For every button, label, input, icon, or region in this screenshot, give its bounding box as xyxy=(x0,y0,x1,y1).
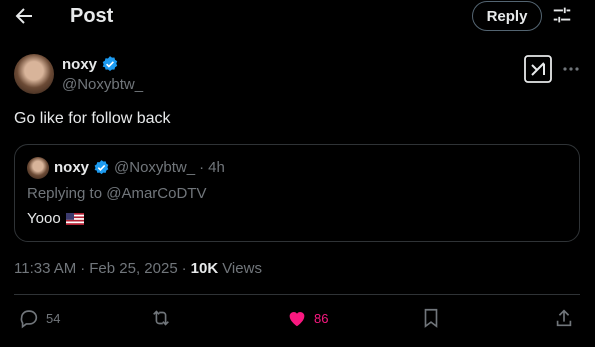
share-icon xyxy=(554,307,574,329)
divider xyxy=(14,294,580,295)
like-count: 86 xyxy=(314,310,329,326)
quoted-text: Yooo xyxy=(27,210,61,227)
bookmark-icon xyxy=(421,307,441,329)
quoted-author-name: noxy xyxy=(54,159,90,176)
more-options-icon[interactable] xyxy=(560,60,582,78)
quoted-text-row: Yooo xyxy=(27,210,84,227)
quoted-avatar[interactable] xyxy=(27,157,49,179)
author-name[interactable]: noxy xyxy=(62,56,97,73)
comment-icon xyxy=(18,307,40,329)
views-label: Views xyxy=(222,260,262,277)
back-arrow-icon[interactable] xyxy=(12,4,36,28)
post-text: Go like for follow back xyxy=(14,110,171,127)
repost-action[interactable] xyxy=(150,306,172,330)
page-title: Post xyxy=(70,5,114,27)
post-meta: 11:33 AM · Feb 25, 2025 · 10K Views xyxy=(14,260,262,277)
quoted-time: 4h xyxy=(208,159,225,176)
views-count: 10K xyxy=(190,260,219,277)
like-action[interactable]: 86 xyxy=(286,306,328,330)
sliders-icon[interactable] xyxy=(551,4,573,26)
grok-icon[interactable] xyxy=(524,55,552,83)
author-handle[interactable]: @Noxybtw_ xyxy=(62,76,143,93)
share-action[interactable] xyxy=(554,306,574,330)
us-flag-icon xyxy=(65,212,84,225)
separator: · xyxy=(181,260,187,277)
replying-to: Replying to @AmarCoDTV xyxy=(27,185,207,202)
post-time[interactable]: 11:33 AM xyxy=(14,260,76,277)
verified-badge-icon xyxy=(101,55,119,73)
reply-button[interactable]: Reply xyxy=(472,1,542,31)
separator: · xyxy=(80,260,86,277)
reply-count: 54 xyxy=(46,310,61,326)
post-date[interactable]: Feb 25, 2025 xyxy=(89,260,177,277)
separator: · xyxy=(199,159,205,176)
author-name-row[interactable]: noxy xyxy=(62,55,119,73)
reply-action[interactable]: 54 xyxy=(18,306,60,330)
verified-badge-icon xyxy=(93,159,110,176)
heart-icon xyxy=(286,307,308,329)
quoted-header: noxy @Noxybtw_ · 4h xyxy=(54,159,225,176)
avatar[interactable] xyxy=(14,54,54,94)
bookmark-action[interactable] xyxy=(421,306,441,330)
quoted-handle: @Noxybtw_ xyxy=(114,159,196,176)
repost-icon xyxy=(150,307,172,329)
